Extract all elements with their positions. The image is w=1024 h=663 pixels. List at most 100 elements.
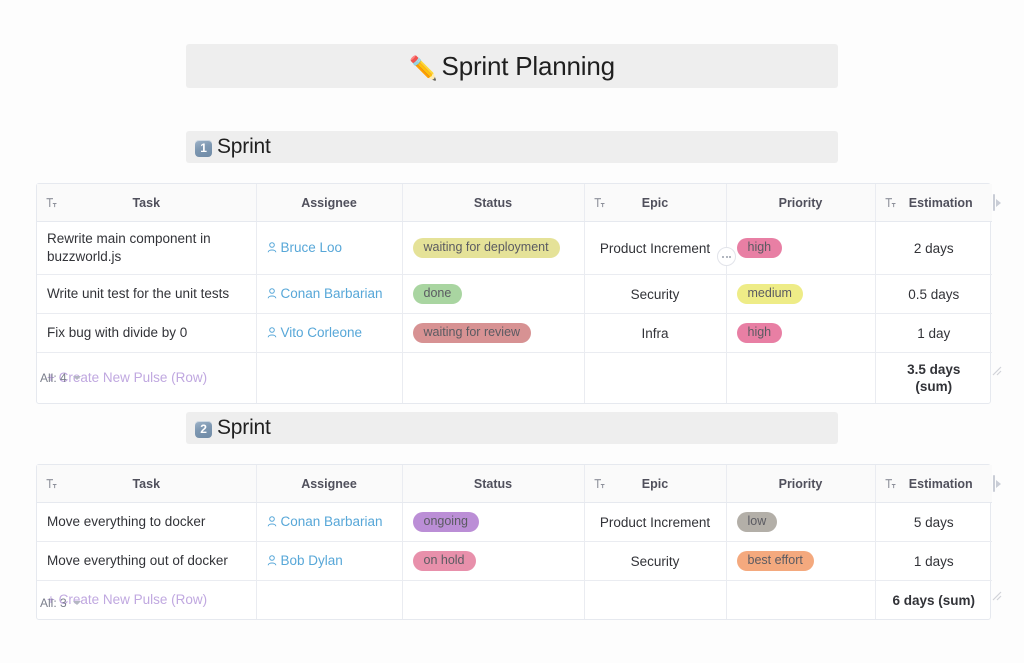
keycap-two-icon: 2 xyxy=(195,421,212,438)
table-row[interactable]: Fix bug with divide by 0 Vito Corleone w… xyxy=(37,314,992,353)
priority-pill: low xyxy=(737,512,778,532)
cell-epic[interactable]: Product Increment xyxy=(584,222,726,275)
board-sprint-1[interactable]: Task Assignee Status Epic xyxy=(36,183,991,404)
column-header-priority[interactable]: Priority xyxy=(726,465,875,503)
section-heading-1-text: 1Sprint xyxy=(195,135,271,159)
cell-assignee-name: Conan Barbarian xyxy=(281,286,383,301)
cell-task[interactable]: Fix bug with divide by 0 xyxy=(37,314,256,353)
cell-empty-assignee xyxy=(256,353,402,404)
table-row[interactable]: Write unit test for the unit tests Conan… xyxy=(37,275,992,314)
cell-priority[interactable]: high xyxy=(726,222,875,275)
table-row[interactable]: Move everything out of docker Bob Dylan … xyxy=(37,542,992,581)
table-row[interactable]: Rewrite main component in buzzworld.js B… xyxy=(37,222,992,275)
table-row[interactable]: Move everything to docker Conan Barbaria… xyxy=(37,503,992,542)
table-footer-row[interactable]: + Create New Pulse (Row) 6 days (sum) xyxy=(37,581,992,620)
cell-priority[interactable]: high xyxy=(726,314,875,353)
table-footer-row[interactable]: + Create New Pulse (Row) 3.5 days (sum) xyxy=(37,353,992,404)
cell-assignee[interactable]: Bruce Loo xyxy=(256,222,402,275)
cell-status[interactable]: on hold xyxy=(402,542,584,581)
cell-empty-status xyxy=(402,353,584,404)
board-grid-2: Task Assignee Status Epic xyxy=(37,465,992,619)
priority-pill: medium xyxy=(737,284,803,304)
cell-task[interactable]: Rewrite main component in buzzworld.js xyxy=(37,222,256,275)
board-2-footer[interactable]: All: 3 xyxy=(40,596,81,610)
status-pill: done xyxy=(413,284,463,304)
column-header-assignee[interactable]: Assignee xyxy=(256,184,402,222)
cell-assignee[interactable]: Bob Dylan xyxy=(256,542,402,581)
board-1-row-count: All: 4 xyxy=(40,371,67,385)
column-header-assignee-label: Assignee xyxy=(301,477,357,491)
cell-assignee[interactable]: Conan Barbarian xyxy=(256,503,402,542)
text-type-icon xyxy=(594,197,605,208)
board-1-resize-handle[interactable] xyxy=(992,363,1002,373)
cell-empty-status xyxy=(402,581,584,620)
column-header-estimation[interactable]: Estimation xyxy=(875,184,992,222)
text-type-icon xyxy=(885,478,896,489)
board-sprint-2[interactable]: Task Assignee Status Epic xyxy=(36,464,991,620)
status-pill: ongoing xyxy=(413,512,480,532)
column-header-estimation[interactable]: Estimation xyxy=(875,465,992,503)
section-heading-1[interactable]: 1Sprint xyxy=(186,131,838,163)
text-type-icon xyxy=(594,478,605,489)
table-header-row: Task Assignee Status Epic xyxy=(37,184,992,222)
cell-epic[interactable]: Infra xyxy=(584,314,726,353)
board-1-footer[interactable]: All: 4 xyxy=(40,371,81,385)
column-header-epic-label: Epic xyxy=(642,477,668,491)
column-header-estimation-label: Estimation xyxy=(909,196,973,210)
chevron-down-icon[interactable] xyxy=(73,376,81,380)
column-header-priority[interactable]: Priority xyxy=(726,184,875,222)
column-header-epic[interactable]: Epic xyxy=(584,465,726,503)
cell-estimation[interactable]: 5 days xyxy=(875,503,992,542)
cell-task[interactable]: Move everything to docker xyxy=(37,503,256,542)
column-header-priority-label: Priority xyxy=(779,477,823,491)
cell-empty-priority xyxy=(726,581,875,620)
chevron-down-icon[interactable] xyxy=(73,601,81,605)
section-heading-2[interactable]: 2 Sprint xyxy=(186,412,838,444)
column-header-task[interactable]: Task xyxy=(37,184,256,222)
column-header-task[interactable]: Task xyxy=(37,465,256,503)
column-header-status[interactable]: Status xyxy=(402,184,584,222)
estimation-summary-func: (sum) xyxy=(886,378,983,395)
document-title-bar[interactable]: ✏️Sprint Planning xyxy=(186,44,838,88)
column-header-status-label: Status xyxy=(474,477,512,491)
cell-task[interactable]: Write unit test for the unit tests xyxy=(37,275,256,314)
cell-priority[interactable]: low xyxy=(726,503,875,542)
column-header-task-label: Task xyxy=(132,477,160,491)
cell-estimation[interactable]: 1 day xyxy=(875,314,992,353)
cell-estimation[interactable]: 0.5 days xyxy=(875,275,992,314)
cell-status[interactable]: waiting for deployment xyxy=(402,222,584,275)
cell-epic[interactable]: Product Increment xyxy=(584,503,726,542)
person-icon xyxy=(267,288,277,299)
cell-task[interactable]: Move everything out of docker xyxy=(37,542,256,581)
cell-status[interactable]: waiting for review xyxy=(402,314,584,353)
estimation-summary[interactable]: 3.5 days (sum) xyxy=(875,353,992,404)
board-2-resize-handle[interactable] xyxy=(992,588,1002,598)
cell-priority[interactable]: best effort xyxy=(726,542,875,581)
column-header-assignee[interactable]: Assignee xyxy=(256,465,402,503)
cell-estimation[interactable]: 1 days xyxy=(875,542,992,581)
status-pill: waiting for deployment xyxy=(413,238,560,258)
cell-epic[interactable]: Security xyxy=(584,275,726,314)
cell-empty-priority xyxy=(726,353,875,404)
column-header-status[interactable]: Status xyxy=(402,465,584,503)
column-header-epic[interactable]: Epic xyxy=(584,184,726,222)
cell-epic[interactable]: Security xyxy=(584,542,726,581)
cell-assignee[interactable]: Conan Barbarian xyxy=(256,275,402,314)
section-heading-2-label: Sprint xyxy=(217,416,271,439)
text-type-icon xyxy=(46,478,57,489)
priority-pill: high xyxy=(737,323,783,343)
cell-empty-assignee xyxy=(256,581,402,620)
cell-assignee-name: Conan Barbarian xyxy=(281,514,383,529)
add-column-handle[interactable] xyxy=(993,193,1006,212)
column-menu-dots-button[interactable] xyxy=(717,247,736,266)
cell-priority[interactable]: medium xyxy=(726,275,875,314)
cell-status[interactable]: done xyxy=(402,275,584,314)
cell-assignee[interactable]: Vito Corleone xyxy=(256,314,402,353)
cell-estimation[interactable]: 2 days xyxy=(875,222,992,275)
estimation-summary[interactable]: 6 days (sum) xyxy=(875,581,992,620)
add-column-handle[interactable] xyxy=(993,474,1006,493)
cell-status[interactable]: ongoing xyxy=(402,503,584,542)
estimation-summary-value: 3.5 days xyxy=(886,361,983,378)
page-title: ✏️Sprint Planning xyxy=(409,51,615,82)
status-pill: waiting for review xyxy=(413,323,532,343)
